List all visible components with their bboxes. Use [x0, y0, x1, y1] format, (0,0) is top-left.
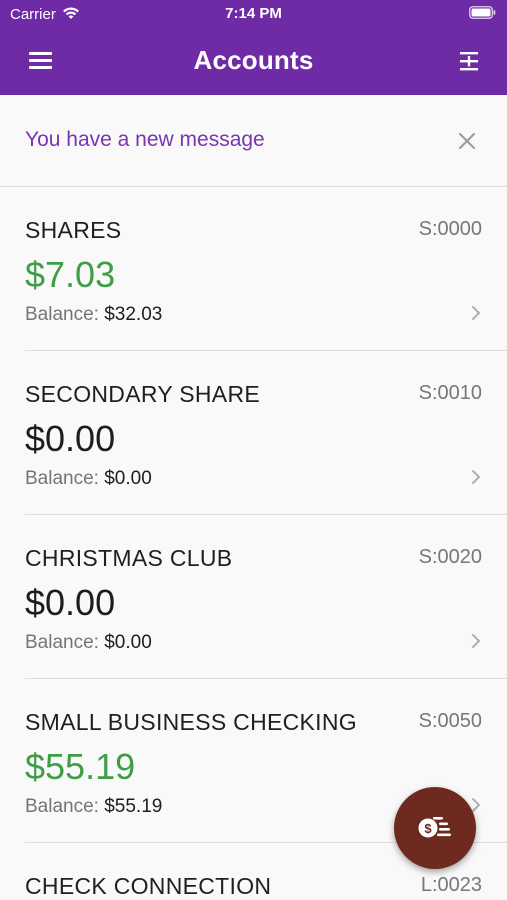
expand-collapse-button[interactable] [449, 43, 489, 79]
balance-value: $0.00 [104, 632, 152, 653]
balance-line: Balance: $32.03 [25, 304, 162, 326]
balance-line: Balance: $0.00 [25, 468, 152, 490]
account-id: L:0023 [420, 874, 482, 896]
battery-icon [469, 6, 496, 24]
balance-label: Balance: [25, 304, 99, 325]
nav-bar: Accounts [0, 30, 507, 95]
status-time: 7:14 PM [225, 5, 282, 22]
account-id: S:0050 [418, 710, 482, 732]
account-name: SMALL BUSINESS CHECKING [25, 709, 357, 735]
available-amount: $0.00 [25, 582, 116, 623]
account-name: SECONDARY SHARE [25, 381, 260, 407]
chevron-right-icon [470, 631, 482, 651]
account-id: S:0010 [418, 382, 482, 404]
account-id: S:0020 [418, 546, 482, 568]
app-header: Carrier 7:14 PM Accounts [0, 0, 507, 95]
balance-label: Balance: [25, 468, 99, 489]
dismiss-message-button[interactable] [455, 129, 479, 153]
balance-line: Balance: $0.00 [25, 632, 152, 654]
available-amount: $0.00 [25, 418, 116, 459]
transfer-fab-button[interactable]: $ [394, 787, 476, 869]
account-row-secondary-share[interactable]: SECONDARY SHARE S:0010 $0.00 Balance: $0… [0, 351, 507, 514]
message-banner[interactable]: You have a new message [0, 95, 507, 186]
balance-label: Balance: [25, 796, 99, 817]
balance-label: Balance: [25, 632, 99, 653]
balance-line: Balance: $55.19 [25, 796, 162, 818]
balance-value: $0.00 [104, 468, 152, 489]
chevron-right-icon [470, 467, 482, 487]
svg-text:$: $ [424, 821, 432, 836]
available-amount: $7.03 [25, 254, 116, 295]
page-title: Accounts [193, 45, 314, 75]
expand-collapse-icon [449, 52, 489, 83]
balance-value: $55.19 [104, 796, 163, 817]
account-row-shares[interactable]: SHARES S:0000 $7.03 Balance: $32.03 [0, 187, 507, 350]
message-text[interactable]: You have a new message [25, 128, 265, 152]
available-amount: $55.19 [25, 746, 136, 787]
account-name: CHRISTMAS CLUB [25, 545, 233, 571]
account-row-christmas-club[interactable]: CHRISTMAS CLUB S:0020 $0.00 Balance: $0.… [0, 515, 507, 678]
account-name: SHARES [25, 217, 122, 243]
status-bar: Carrier 7:14 PM [0, 0, 507, 28]
balance-value: $32.03 [104, 304, 163, 325]
account-name: CHECK CONNECTION [25, 873, 272, 899]
close-icon [455, 133, 479, 157]
account-id: S:0000 [418, 218, 482, 240]
chevron-right-icon [470, 303, 482, 323]
